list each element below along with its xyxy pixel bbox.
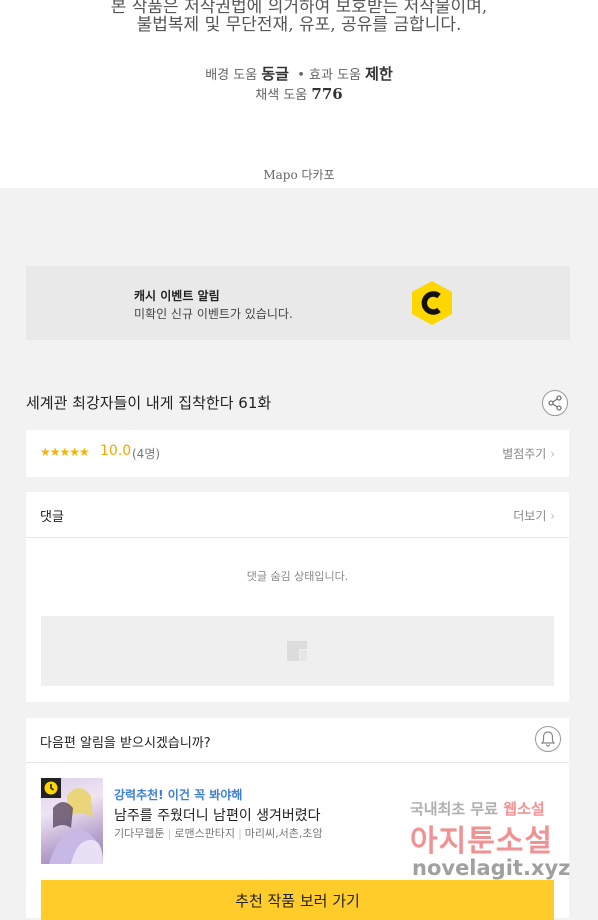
rating-score: 10.0 [100, 443, 132, 459]
publisher-credit: Mapo 다카포 [263, 168, 335, 182]
notify-bell-button[interactable] [535, 726, 561, 752]
cover-illustration [49, 788, 103, 864]
bell-icon [540, 731, 556, 747]
comments-header: 댓글 [40, 510, 64, 525]
chevron-right-icon: › [550, 509, 555, 523]
chevron-right-icon: › [550, 447, 555, 461]
rating-count: (4명) [132, 447, 161, 461]
tag-separator: | [167, 827, 172, 840]
episode-title: 세계관 최강자들이 내게 집착한다 61화 [26, 394, 272, 412]
recommendation-label: 강력추천! 이건 꼭 봐야해 [114, 788, 243, 802]
cash-c-logo-icon [412, 281, 452, 325]
cash-event-banner[interactable]: 캐시 이벤트 알림 미확인 신규 이벤트가 있습니다. [26, 266, 570, 340]
recommended-work-tags: 기다무웹툰 | 로맨스판타지 | 마리씨,서촌,초암 [114, 825, 323, 841]
share-icon [548, 395, 562, 411]
recommended-work-title[interactable]: 남주를 주웠더니 남편이 생겨버렸다 [114, 805, 321, 825]
assistant-credits: 배경 도움 동글 • 효과 도움 제한 [205, 65, 393, 83]
color-assistant-credit: 채색 도움 776 [255, 85, 343, 103]
episode-credits: 본 작품은 저작권법에 의거하여 보호받는 저작물이며, 불법복제 및 무단전재… [0, 0, 598, 188]
next-episode-notify-card: 다음편 알림을 받으시겠습니까? 강력추천! 이건 꼭 봐야해 남주를 주웠더니… [26, 718, 569, 920]
divider [26, 762, 569, 763]
recommended-work-thumbnail[interactable] [41, 778, 103, 864]
copyright-notice-line2: 불법복제 및 무단전재, 유포, 공유를 금합니다. [136, 15, 462, 35]
rate-button[interactable]: 별점주기 › [502, 445, 555, 462]
tag-separator: | [238, 827, 242, 840]
banner-title: 캐시 이벤트 알림 [134, 289, 220, 303]
tag: 마리씨,서촌,초암 [244, 827, 323, 840]
tag: 로맨스판타지 [174, 827, 236, 840]
comments-more-link[interactable]: 더보기 › [513, 507, 555, 524]
comments-hidden-status: 댓글 숨김 상태입니다. [246, 570, 349, 583]
view-recommendations-button[interactable]: 추천 작품 보러 가기 [41, 880, 554, 920]
image-placeholder-icon [287, 641, 307, 661]
tag: 기다무웹툰 [114, 827, 165, 840]
banner-subtitle: 미확인 신규 이벤트가 있습니다. [134, 307, 293, 321]
comment-ad-placeholder [41, 616, 554, 686]
notify-question: 다음편 알림을 받으시겠습니까? [40, 736, 211, 751]
comments-card: 댓글 더보기 › 댓글 숨김 상태입니다. [26, 492, 569, 702]
share-button[interactable] [542, 390, 568, 416]
rating-stars: ★★★★★ [40, 445, 90, 459]
divider [26, 537, 569, 538]
rating-card: ★★★★★ 10.0 (4명) 별점주기 › [26, 430, 569, 477]
